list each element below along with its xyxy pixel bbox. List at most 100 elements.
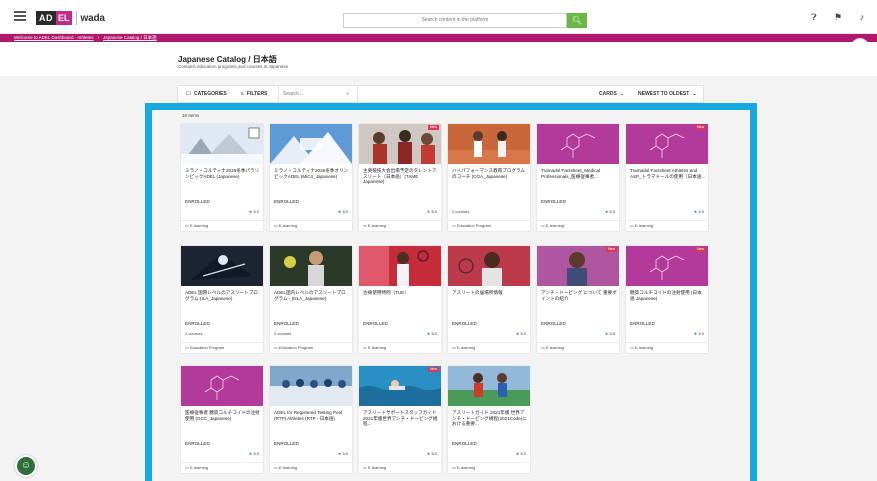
enrollment-status: ENROLLED	[274, 441, 299, 446]
course-thumbnail[interactable]	[181, 246, 263, 286]
course-title[interactable]: Tramadol Factsheet Athletes and ASP_トラマド…	[630, 168, 706, 179]
sort-label: NEWEST TO OLDEST	[638, 91, 690, 97]
course-card[interactable]: New アンチ・ドーピング について 重要ポイントの紹介 ENROLLED ★ 5.0…	[537, 246, 619, 353]
course-title[interactable]: アスリートの居場所情報	[452, 290, 528, 296]
filter-icon: ≡	[241, 91, 244, 97]
course-thumbnail[interactable]	[270, 366, 352, 406]
rating-value: 5.0	[431, 451, 437, 456]
rating-value: 5.0	[609, 331, 615, 336]
rating-value: 5.0	[253, 451, 259, 456]
course-thumbnail[interactable]	[181, 366, 263, 406]
course-title[interactable]: アンチ・ドーピング について 重要ポイントの紹介	[541, 290, 617, 301]
course-title[interactable]: 治療使用特例（TUE）	[363, 290, 439, 296]
course-card[interactable]: ADEL 国際レベルのアスリートプログラム (ILA_Japanese) ENRO…	[181, 246, 263, 353]
course-title[interactable]: ミラノ・コルティナ2026冬季パラリンピックADEL (Japanese)	[185, 168, 261, 179]
support-chat-button[interactable]: ☺	[15, 455, 37, 477]
catalog-search-placeholder: Search...	[283, 91, 304, 97]
help-icon[interactable]: ❓︎	[809, 12, 819, 23]
course-title[interactable]: ハイパフォーマンス教育プログラムのコーチ (CGA_Japanese)	[452, 168, 528, 179]
course-title[interactable]: アスリートガイド 2021年版 世界アンチ・ドーピング規程(2021Code)に…	[452, 410, 528, 427]
new-badge: New	[605, 247, 617, 252]
course-thumbnail[interactable]	[359, 124, 441, 164]
categories-button[interactable]: 🗀︎ CATEGORIES	[186, 86, 227, 102]
enrollment-status: ENROLLED	[541, 321, 566, 326]
course-type-label: E-learning	[189, 223, 209, 228]
course-card[interactable]: 治療使用特例（TUE） ENROLLED ★ 5.0 ▭ E-learning	[359, 246, 441, 353]
course-type: ▭ E-learning	[626, 342, 708, 353]
course-title[interactable]: 糖質コルチコイドの注射使用 (日本語 Japanese)	[630, 290, 706, 301]
view-mode-dropdown[interactable]: CARDS ⌄	[599, 86, 624, 102]
course-title[interactable]: Tramadol Factsheet_Medical Professionals…	[541, 168, 617, 179]
enrollment-status: ENROLLED	[630, 321, 655, 326]
course-thumbnail[interactable]	[626, 246, 708, 286]
course-type-label: E-learning	[278, 223, 298, 228]
course-title[interactable]: 主要競技大会出場予定のタレントアスリート（日本語）(TAME Japanese)	[363, 168, 439, 185]
enrollment-status: ENROLLED	[185, 321, 210, 326]
course-title[interactable]: ADEL 国際レベルのアスリートプログラム (ILA_Japanese)	[185, 290, 261, 301]
catalog-search-input[interactable]: Search... ⌕	[278, 86, 358, 102]
course-card[interactable]: New アスリートサポートスタッフガイド 2021年版世界アンチ・ドーピング規程.…	[359, 366, 441, 473]
course-title[interactable]: ミラノ・コルティナ2026冬季オリンピックADEL (MiCo_Japanese…	[274, 168, 350, 179]
course-card[interactable]: ミラノ・コルティナ2026冬季オリンピックADEL (MiCo_Japanese…	[270, 124, 352, 231]
course-card[interactable]: アスリートの居場所情報 ENROLLED ★ 5.0 ▭ E-learning	[448, 246, 530, 353]
course-thumbnail[interactable]	[448, 246, 530, 286]
enrollment-status: ENROLLED	[185, 441, 210, 446]
course-card[interactable]: ハイパフォーマンス教育プログラムのコーチ (CGA_Japanese) 2 cou…	[448, 124, 530, 231]
course-title[interactable]: ADEL for Registered Testing Pool (RTP) A…	[274, 410, 350, 421]
course-card[interactable]: New 主要競技大会出場予定のタレントアスリート（日本語）(TAME Japane…	[359, 124, 441, 231]
course-title[interactable]: ADEL国内レベルのアスリートプログラム - (NLA_Japanese)	[274, 290, 350, 301]
course-thumbnail[interactable]	[270, 246, 352, 286]
course-thumbnail[interactable]	[359, 246, 441, 286]
course-type: ▭ E-learning	[359, 220, 441, 231]
new-badge: New	[427, 367, 439, 372]
view-mode-label: CARDS	[599, 91, 617, 97]
course-thumbnail[interactable]	[359, 366, 441, 406]
course-rating: ★ 5.0	[694, 331, 704, 336]
course-card[interactable]: ミラノ・コルティナ2026冬季パラリンピックADEL (Japanese) ENR…	[181, 124, 263, 231]
course-card[interactable]: Tramadol Factsheet_Medical Professionals…	[537, 124, 619, 231]
course-rating: ★ 5.0	[605, 209, 615, 214]
chevron-down-icon: ⌄	[692, 91, 697, 97]
course-card[interactable]: New 糖質コルチコイドの注射使用 (日本語 Japanese) ENROLLED ★…	[626, 246, 708, 353]
course-rating: ★ 5.0	[516, 331, 526, 336]
catalog-toolbar: 🗀︎ CATEGORIES ≡ FILTERS Search... ⌕ CARDS ⌄…	[177, 85, 704, 103]
language-icon[interactable]: ⚑	[833, 12, 843, 23]
course-type: ▭ Education Program	[270, 342, 352, 353]
filters-button[interactable]: ≡ FILTERS	[241, 86, 267, 102]
course-thumbnail[interactable]	[270, 124, 352, 164]
course-card[interactable]: New Tramadol Factsheet Athletes and ASP_ト…	[626, 124, 708, 231]
sort-dropdown[interactable]: NEWEST TO OLDEST ⌄	[638, 86, 697, 102]
course-card[interactable]: ADEL for Registered Testing Pool (RTP) A…	[270, 366, 352, 473]
course-type-label: E-learning	[367, 345, 387, 350]
course-type-label: E-learning	[545, 223, 565, 228]
course-type: ▭ E-learning	[359, 342, 441, 353]
chevron-down-icon: ⌄	[619, 91, 624, 97]
search-button[interactable]: 🔍︎	[567, 13, 587, 28]
course-card[interactable]: ADEL国内レベルのアスリートプログラム - (NLA_Japanese) ENR…	[270, 246, 352, 353]
notification-bell-icon[interactable]: ♪	[857, 12, 867, 23]
enrollment-status: ENROLLED	[363, 321, 388, 326]
enrollment-status: ENROLLED	[452, 321, 477, 326]
breadcrumb-catalog-link[interactable]: Japanese Catalog / 日本語	[103, 35, 157, 40]
course-rating: ★ 5.0	[338, 209, 348, 214]
course-thumbnail[interactable]	[448, 124, 530, 164]
course-thumbnail[interactable]	[537, 246, 619, 286]
course-rating: ★ 5.0	[427, 331, 437, 336]
course-card[interactable]: 医療従事者 糖質コルチコイドの注射使用 (GCC_Japanese) ENROLL…	[181, 366, 263, 473]
course-title[interactable]: アスリートサポートスタッフガイド 2021年版世界アンチ・ドーピング規程...	[363, 410, 439, 427]
menu-icon[interactable]	[14, 11, 26, 21]
course-thumbnail[interactable]	[181, 124, 263, 164]
course-thumbnail[interactable]	[537, 124, 619, 164]
course-title[interactable]: 医療従事者 糖質コルチコイドの注射使用 (GCC_Japanese)	[185, 410, 261, 421]
course-rating: ★ 5.0	[249, 451, 259, 456]
rating-value: 5.0	[342, 451, 348, 456]
course-card[interactable]: アスリートガイド 2021年版 世界アンチ・ドーピング規程(2021Code)に…	[448, 366, 530, 473]
course-thumbnail[interactable]	[626, 124, 708, 164]
course-rating: ★ 5.0	[694, 209, 704, 214]
course-thumbnail[interactable]	[448, 366, 530, 406]
new-badge: New	[694, 247, 706, 252]
platform-search-input[interactable]: Search content in the platform	[343, 13, 567, 28]
course-type-label: E-learning	[189, 465, 209, 470]
breadcrumb-home-link[interactable]: Welcome to ADEL Dashboard - Athletes	[14, 35, 94, 40]
adel-wada-logo[interactable]: AD EL wada	[36, 10, 105, 26]
